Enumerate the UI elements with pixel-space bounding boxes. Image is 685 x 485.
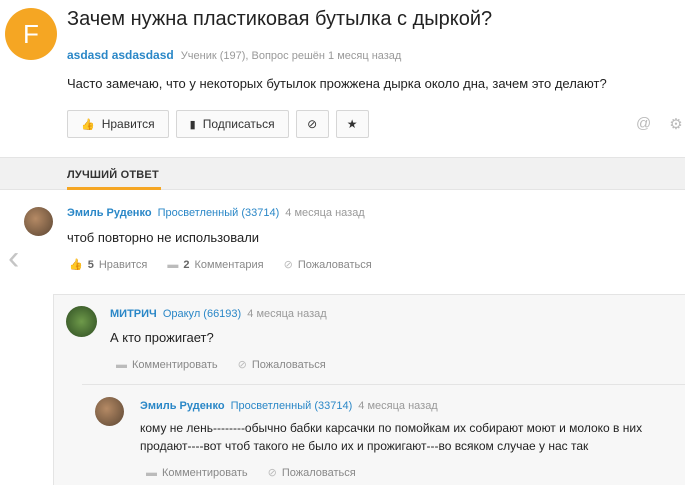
question-meta-text: Ученик (197), Вопрос решён 1 месяц назад	[180, 50, 402, 62]
comment-author-link[interactable]: МИТРИЧ	[110, 308, 157, 320]
nested-comment-report-label: Пожаловаться	[281, 466, 356, 479]
answer-author-rank: Просветленный (33714)	[157, 207, 280, 219]
answer-author-link[interactable]: Эмиль Руденко	[67, 207, 152, 219]
best-answer-header: ЛУЧШИЙ ОТВЕТ	[0, 157, 685, 190]
nested-comment-text-line: кому не лень--------обычно бабки карсачк…	[140, 421, 643, 435]
answer-actions: 👍 5 Нравится ▬ 2 Комментария ⊘ Пожаловат…	[69, 258, 372, 272]
answer-header: Эмиль Руденко Просветленный (33714) 4 ме…	[67, 207, 365, 219]
nested-comment-author-avatar[interactable]	[95, 397, 124, 426]
question-author-link[interactable]: asdasd asdasdasd	[67, 48, 174, 62]
comment-actions: ▬ Комментировать ⊘ Пожаловаться	[116, 358, 326, 372]
block-button[interactable]: ⊘	[295, 110, 329, 138]
like-button-label: Нравится	[101, 117, 155, 131]
answer-comments-button[interactable]: ▬ 2 Комментария	[167, 258, 263, 271]
report-icon: ⊘	[237, 359, 247, 371]
question-actions: 👍 Нравится ▮ Подписаться ⊘ ★	[67, 110, 369, 138]
like-button[interactable]: 👍 Нравится	[67, 110, 169, 138]
answer-like-label: Нравится	[98, 258, 148, 271]
answer-report-label: Пожаловаться	[297, 258, 372, 271]
section-underline	[67, 187, 161, 190]
question-title: Зачем нужна пластиковая бутылка с дыркой…	[67, 8, 493, 30]
subscribe-button[interactable]: ▮ Подписаться	[175, 110, 289, 138]
comment-header: МИТРИЧ Оракул (66193) 4 месяца назад	[110, 308, 327, 320]
nested-comment-report-button[interactable]: ⊘ Пожаловаться	[267, 466, 356, 480]
bookmark-icon: ▮	[189, 118, 196, 131]
comment-report-button[interactable]: ⊘ Пожаловаться	[237, 358, 326, 372]
answer-author-avatar[interactable]	[24, 207, 53, 236]
comment-icon: ▬	[167, 258, 179, 271]
nested-comment-reply-label: Комментировать	[162, 466, 248, 479]
comment-report-label: Пожаловаться	[251, 358, 326, 371]
best-answer-label: ЛУЧШИЙ ОТВЕТ	[67, 169, 159, 181]
answer-report-button[interactable]: ⊘ Пожаловаться	[283, 258, 372, 272]
comment-author-rank: Оракул (66193)	[162, 308, 242, 320]
comment-icon: ▬	[146, 466, 157, 479]
thumbs-up-icon: 👍	[69, 259, 83, 271]
favorite-button[interactable]: ★	[335, 110, 369, 138]
nested-comment-author-rank: Просветленный (33714)	[230, 400, 353, 412]
answer-like-button[interactable]: 👍 5 Нравится	[69, 258, 148, 272]
answer-comments-count: 2	[183, 258, 190, 271]
answer-comments-label: Комментария	[194, 258, 264, 271]
nested-comment-header: Эмиль Руденко Просветленный (33714) 4 ме…	[140, 400, 438, 412]
chevron-left-icon[interactable]: ‹	[8, 240, 30, 276]
report-icon: ⊘	[283, 259, 293, 271]
block-icon: ⊘	[307, 117, 318, 131]
question-meta: asdasd asdasdasd Ученик (197), Вопрос ре…	[67, 48, 401, 62]
comment-time: 4 месяца назад	[247, 308, 327, 320]
comment-text: А кто прожигает?	[110, 330, 214, 345]
subscribe-button-label: Подписаться	[202, 117, 275, 131]
nested-comment-text-line: продают----вот чтоб такого не было их и …	[140, 439, 589, 453]
nested-comment-time: 4 месяца назад	[358, 400, 438, 412]
at-icon[interactable]: @	[636, 115, 651, 133]
answer-time: 4 месяца назад	[285, 207, 365, 219]
nested-comment-actions: ▬ Комментировать ⊘ Пожаловаться	[146, 466, 356, 480]
gear-icon[interactable]: ⚙	[669, 115, 682, 133]
answer-text: чтоб повторно не использовали	[67, 230, 260, 245]
comment-reply-button[interactable]: ▬ Комментировать	[116, 358, 218, 371]
nested-comment-author-link[interactable]: Эмиль Руденко	[140, 400, 225, 412]
report-icon: ⊘	[267, 467, 277, 479]
answer-like-count: 5	[87, 258, 94, 271]
comment-author-avatar[interactable]	[66, 306, 97, 337]
question-body: Часто замечаю, что у некоторых бутылок п…	[67, 76, 607, 91]
nested-comment-reply-button[interactable]: ▬ Комментировать	[146, 466, 248, 479]
comment-reply-label: Комментировать	[132, 358, 218, 371]
nested-comment-text: кому не лень--------обычно бабки карсачк…	[140, 419, 642, 455]
question-tool-icons: @ ⚙	[636, 115, 683, 133]
thumbs-up-icon: 👍	[81, 118, 95, 131]
star-icon: ★	[346, 117, 358, 131]
question-author-avatar[interactable]: F	[5, 8, 57, 60]
comment-icon: ▬	[116, 358, 127, 371]
avatar-letter: F	[23, 18, 39, 49]
